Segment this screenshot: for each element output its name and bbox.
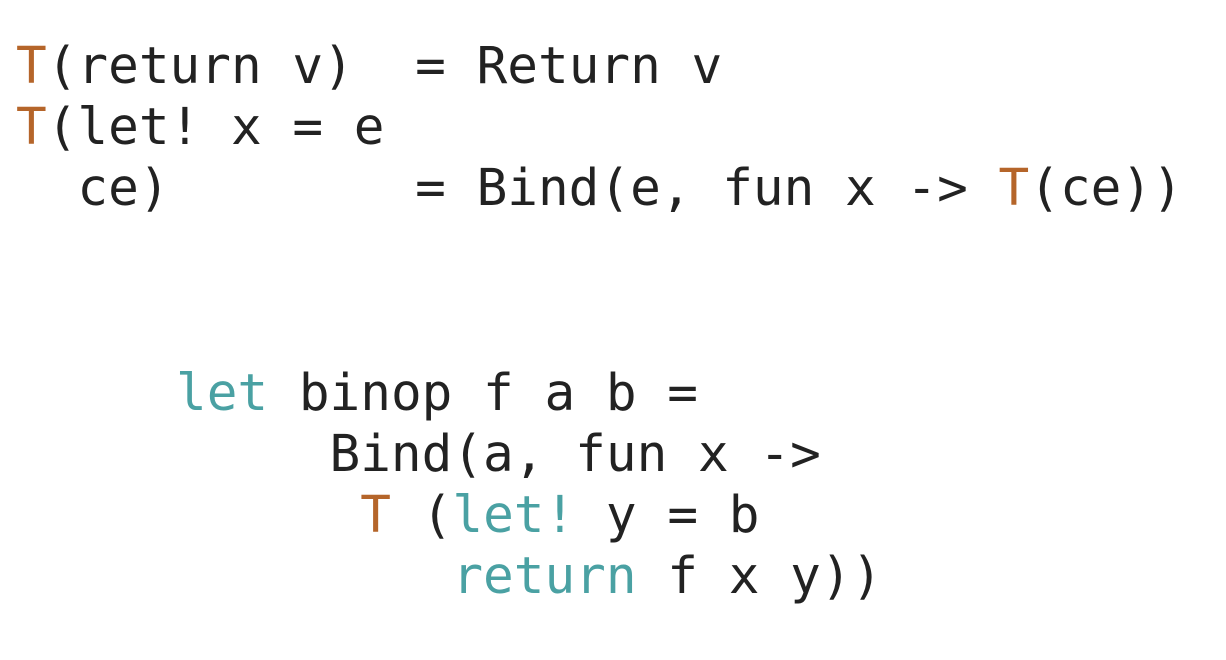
- example-line-2: Bind(a, fun x ->: [176, 424, 882, 485]
- binop-signature: binop f a b =: [268, 364, 698, 423]
- let-bang-binding: y = b: [575, 486, 760, 545]
- rule-let-bang-result: ce) = Bind(e, fun x ->: [16, 159, 999, 218]
- let-keyword: let: [176, 364, 269, 423]
- example-line-3: T (let! y = b: [176, 485, 882, 546]
- translation-rules: T(return v) = Return v T(let! x = e ce) =…: [16, 36, 1183, 219]
- translation-operator: T: [360, 486, 391, 545]
- example-line-4: return f x y)): [176, 546, 882, 607]
- return-keyword: return: [452, 547, 637, 606]
- bind-call: Bind(a, fun x ->: [176, 425, 821, 484]
- open-paren: (: [390, 486, 453, 545]
- rule-let-bang-result-end: (ce)): [1029, 159, 1183, 218]
- binop-example: let binop f a b = Bind(a, fun x -> T (le…: [176, 363, 882, 607]
- translation-operator: T: [16, 98, 47, 157]
- translation-operator: T: [16, 37, 47, 96]
- translation-operator: T: [998, 159, 1030, 218]
- rule-let-bang-head: T(let! x = e: [16, 97, 1183, 158]
- let-bang-keyword: let!: [452, 486, 576, 545]
- rule-return: T(return v) = Return v: [16, 36, 1183, 97]
- rule-let-bang-pattern: (let! x = e: [46, 98, 385, 157]
- return-expression: f x y)): [636, 547, 883, 606]
- rule-let-bang-tail: ce) = Bind(e, fun x -> T(ce)): [16, 158, 1183, 219]
- example-line-1: let binop f a b =: [176, 363, 882, 424]
- rule-return-body: (return v) = Return v: [46, 37, 723, 96]
